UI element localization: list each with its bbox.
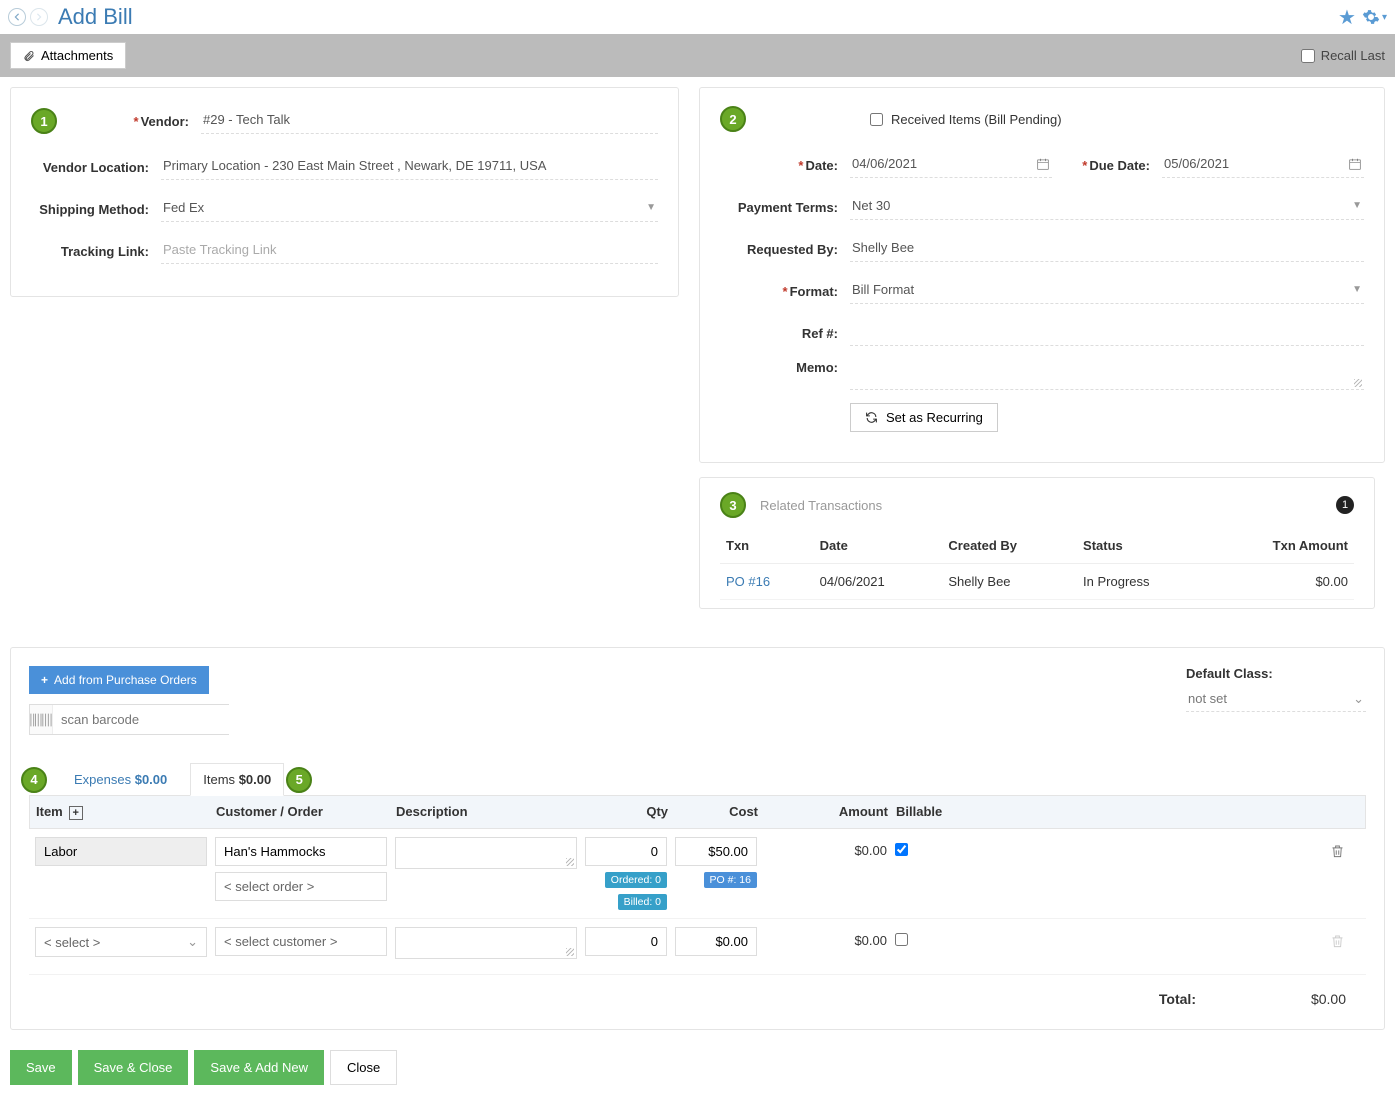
attachments-button[interactable]: Attachments [10, 42, 126, 69]
item-row: < select >⌄ < select customer > $0.00 [29, 919, 1366, 975]
po-chip: PO #: 16 [704, 872, 757, 888]
add-from-po-button[interactable]: + Add from Purchase Orders [29, 666, 209, 694]
delete-row-button [1330, 933, 1360, 949]
billable-checkbox[interactable] [895, 843, 908, 856]
order-select[interactable]: < select order > [215, 872, 387, 901]
delete-row-button[interactable] [1330, 843, 1360, 859]
add-item-button[interactable]: + [69, 806, 83, 820]
due-date-input[interactable] [1162, 152, 1364, 178]
close-button[interactable]: Close [330, 1050, 397, 1085]
amount-value: $0.00 [854, 837, 887, 858]
favorite-icon[interactable]: ★ [1338, 5, 1356, 30]
bill-details-card: 2 Received Items (Bill Pending) *Date: *… [699, 87, 1385, 463]
step-badge-3: 3 [720, 492, 746, 518]
total-label: Total: [1159, 991, 1226, 1007]
tracking-link-input[interactable] [161, 238, 658, 264]
barcode-icon [30, 705, 53, 734]
nav-back-button[interactable] [8, 8, 26, 26]
amount-value: $0.00 [854, 927, 887, 948]
description-textarea[interactable] [395, 927, 577, 959]
step-badge-2: 2 [720, 106, 746, 132]
vendor-location-field[interactable]: Primary Location - 230 East Main Street … [161, 154, 658, 180]
save-close-button[interactable]: Save & Close [78, 1050, 189, 1085]
default-class-select[interactable]: not set⌄ [1186, 687, 1366, 712]
customer-input[interactable] [215, 837, 387, 866]
refresh-icon [865, 411, 878, 424]
save-add-new-button[interactable]: Save & Add New [194, 1050, 324, 1085]
format-select[interactable]: Bill Format▼ [850, 278, 1364, 304]
requested-by-input[interactable]: Shelly Bee [850, 236, 1364, 262]
tab-expenses[interactable]: Expenses $0.00 [61, 763, 180, 796]
item-select[interactable]: < select >⌄ [35, 927, 207, 957]
barcode-input[interactable] [29, 704, 229, 735]
related-title: Related Transactions [760, 498, 882, 513]
received-items-checkbox[interactable]: Received Items (Bill Pending) [870, 112, 1062, 127]
customer-select[interactable]: < select customer > [215, 927, 387, 956]
plus-icon: + [41, 673, 48, 687]
recall-last-checkbox[interactable]: Recall Last [1301, 48, 1385, 63]
qty-input[interactable] [585, 927, 667, 956]
step-badge-1: 1 [31, 108, 57, 134]
related-txn-link[interactable]: PO #16 [726, 574, 770, 589]
cost-input[interactable] [675, 927, 757, 956]
calendar-icon [1036, 157, 1050, 171]
step-badge-5: 5 [286, 767, 312, 793]
item-name-input[interactable] [35, 837, 207, 866]
ref-number-input[interactable] [850, 320, 1364, 346]
total-value: $0.00 [1226, 991, 1356, 1007]
payment-terms-select[interactable]: Net 30▼ [850, 194, 1364, 220]
paperclip-icon [23, 49, 35, 63]
billed-chip: Billed: 0 [618, 894, 667, 910]
date-input[interactable] [850, 152, 1052, 178]
related-transactions-card: 3 Related Transactions 1 Txn Date Create… [699, 477, 1375, 609]
related-row: PO #16 04/06/2021 Shelly Bee In Progress… [720, 564, 1354, 600]
calendar-icon [1348, 157, 1362, 171]
qty-input[interactable] [585, 837, 667, 866]
attachments-label: Attachments [41, 48, 113, 63]
chevron-down-icon: ▼ [1352, 284, 1362, 295]
shipping-method-select[interactable]: Fed Ex▼ [161, 196, 658, 222]
chevron-down-icon: ▼ [646, 202, 656, 213]
line-items-card: + Add from Purchase Orders Default Class… [10, 647, 1385, 1030]
vendor-field[interactable]: #29 - Tech Talk [201, 108, 658, 134]
step-badge-4: 4 [21, 767, 47, 793]
ordered-chip: Ordered: 0 [605, 872, 667, 888]
nav-forward-button[interactable] [30, 8, 48, 26]
description-textarea[interactable] [395, 837, 577, 869]
tab-items[interactable]: Items $0.00 [190, 763, 284, 796]
billable-checkbox[interactable] [895, 933, 908, 946]
chevron-down-icon: ⌄ [187, 934, 198, 950]
save-button[interactable]: Save [10, 1050, 72, 1085]
page-title: Add Bill [58, 4, 133, 30]
settings-icon[interactable]: ▾ [1362, 8, 1387, 26]
chevron-down-icon: ▼ [1352, 200, 1362, 211]
related-count-badge: 1 [1336, 496, 1354, 514]
item-row: < select order > Ordered: 0 Billed: 0 PO… [29, 829, 1366, 919]
set-recurring-button[interactable]: Set as Recurring [850, 403, 998, 432]
vendor-card: 1 *Vendor: #29 - Tech Talk Vendor Locati… [10, 87, 679, 297]
chevron-down-icon: ⌄ [1353, 691, 1364, 707]
memo-textarea[interactable] [850, 360, 1364, 390]
cost-input[interactable] [675, 837, 757, 866]
